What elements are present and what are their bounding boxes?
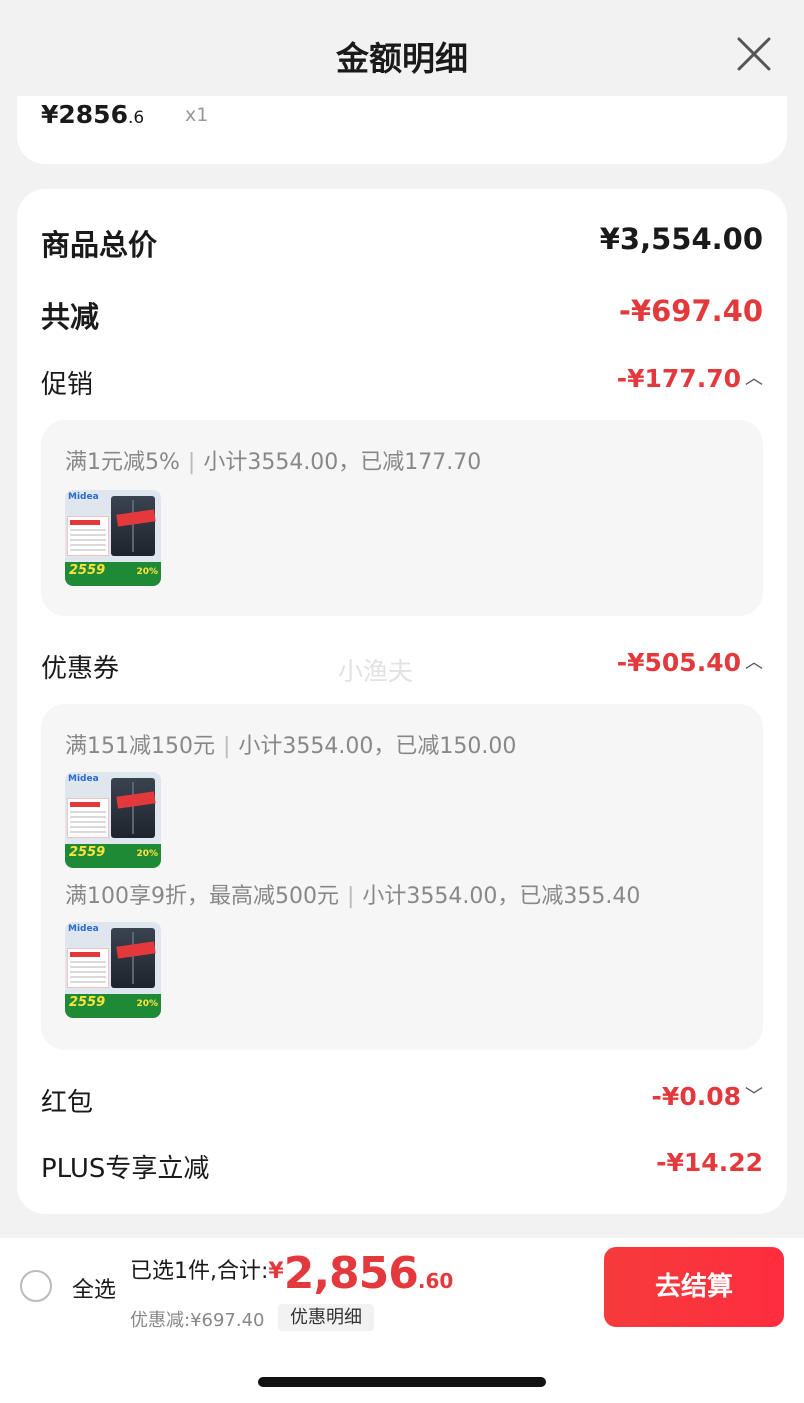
total-reduction-label: 共减	[41, 300, 100, 334]
home-indicator	[258, 1377, 546, 1387]
close-icon[interactable]	[734, 34, 774, 74]
product-quantity: x1	[185, 104, 209, 126]
discount-summary: 优惠减:¥697.40	[130, 1310, 265, 1331]
product-thumbnail[interactable]: Midea 2559 20%	[65, 922, 161, 1018]
promotion-value: -¥177.70 ︿	[616, 364, 763, 393]
total-price-row: 商品总价 ¥3,554.00	[41, 222, 763, 262]
product-price-card: ¥2856.6 x1	[17, 96, 787, 164]
checkout-button[interactable]: 去结算	[604, 1247, 784, 1327]
product-thumbnail[interactable]: Midea 2559 20%	[65, 490, 161, 586]
total-price-label: 商品总价	[41, 228, 158, 262]
coupon-rule-line-2: 满100享9折，最高减500元 | 小计3554.00，已减355.40	[65, 884, 641, 909]
coupon-value: -¥505.40 ︿	[616, 648, 763, 677]
amount-detail-sheet: 金额明细 ¥2856.6 x1 商品总价 ¥3,554.00 共减 -¥697.…	[0, 0, 804, 1403]
product-thumbnail[interactable]: Midea 2559 20%	[65, 772, 161, 868]
total-price-value: ¥3,554.00	[599, 222, 763, 256]
coupon-label: 优惠券	[41, 654, 120, 684]
discount-detail-button[interactable]: 优惠明细	[278, 1304, 374, 1331]
total-reduction-value: -¥697.40	[618, 294, 763, 328]
product-price: ¥2856.6	[41, 100, 145, 129]
promotion-detail-box: 满1元减5% | 小计3554.00，已减177.70 Midea 2559 20%	[41, 420, 763, 616]
promotion-label: 促销	[41, 370, 94, 400]
plus-discount-label: PLUS专享立减	[41, 1154, 210, 1184]
sheet-title: 金额明细	[336, 39, 468, 78]
select-all-label[interactable]: 全选	[72, 1272, 116, 1304]
selected-total: 已选1件,合计:¥2,856.60	[130, 1248, 454, 1299]
chevron-down-icon[interactable]: ﹀	[745, 1082, 763, 1108]
total-reduction-row: 共减 -¥697.40	[41, 294, 763, 334]
watermark: 小渔夫	[338, 657, 414, 686]
red-packet-row[interactable]: 红包 -¥0.08 ﹀	[41, 1082, 763, 1122]
coupon-rule-line-1: 满151减150元 | 小计3554.00，已减150.00	[65, 734, 517, 759]
chevron-up-icon[interactable]: ︿	[745, 364, 763, 390]
red-packet-value: -¥0.08 ﹀	[651, 1082, 763, 1111]
coupon-detail-box: 满151减150元 | 小计3554.00，已减150.00 Midea 2559 2…	[41, 704, 763, 1050]
chevron-up-icon[interactable]: ︿	[745, 648, 763, 674]
plus-discount-row: PLUS专享立减 -¥14.22	[41, 1148, 763, 1188]
checkout-bar: 全选 已选1件,合计:¥2,856.60 优惠减:¥697.40 优惠明细 去结…	[0, 1238, 804, 1403]
sheet-header: 金额明细	[0, 0, 804, 104]
promotion-rule-line: 满1元减5% | 小计3554.00，已减177.70	[65, 450, 482, 475]
price-breakdown-card: 商品总价 ¥3,554.00 共减 -¥697.40 促销 -¥177.70 ︿ …	[17, 189, 787, 1214]
select-all-radio[interactable]	[20, 1270, 52, 1302]
promotion-row[interactable]: 促销 -¥177.70 ︿	[41, 364, 763, 404]
plus-discount-value: -¥14.22	[656, 1148, 763, 1177]
red-packet-label: 红包	[41, 1088, 94, 1118]
